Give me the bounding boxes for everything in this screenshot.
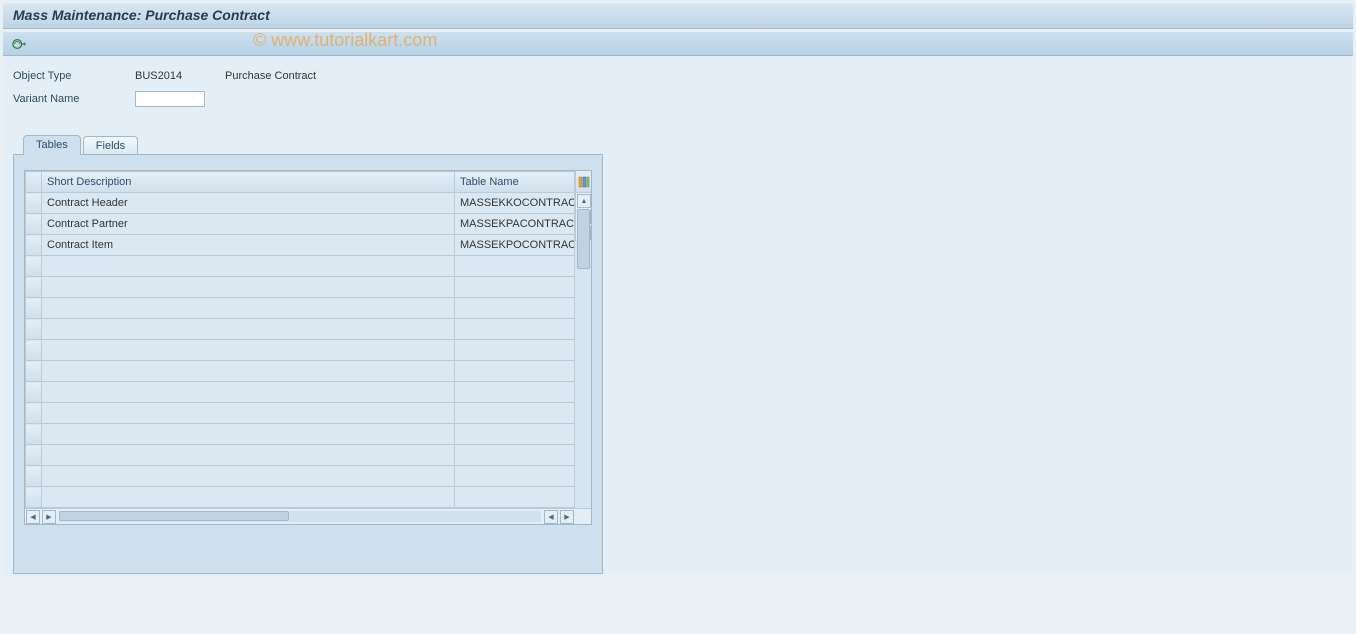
row-selector[interactable] [26, 487, 42, 508]
table-row[interactable]: Contract Header MASSEKKOCONTRACT [26, 193, 575, 214]
scroll-left-icon[interactable]: ◀ [544, 510, 558, 524]
row-selector[interactable] [26, 424, 42, 445]
object-type-label: Object Type [13, 70, 135, 82]
cell-table[interactable] [455, 466, 575, 487]
variant-name-input[interactable] [135, 91, 205, 107]
row-selector[interactable] [26, 256, 42, 277]
table-row[interactable] [26, 424, 575, 445]
variant-name-label: Variant Name [13, 93, 135, 105]
scroll-up-icon[interactable]: ▲ [577, 194, 591, 208]
cell-desc[interactable] [42, 319, 455, 340]
row-selector[interactable] [26, 277, 42, 298]
hscroll-thumb[interactable] [59, 511, 289, 521]
tables-grid: Short Description Table Name Contract He… [25, 171, 575, 508]
cell-table[interactable] [455, 277, 575, 298]
cell-desc[interactable] [42, 403, 455, 424]
toolbar: © www.tutorialkart.com [3, 32, 1353, 56]
cell-table[interactable] [455, 256, 575, 277]
cell-table[interactable] [455, 445, 575, 466]
cell-desc[interactable] [42, 340, 455, 361]
scroll-left-fixed-icon[interactable]: ◀ [26, 510, 40, 524]
table-row[interactable]: Contract Partner MASSEKPACONTRACT [26, 214, 575, 235]
table-row[interactable] [26, 403, 575, 424]
grid-container: Short Description Table Name Contract He… [24, 170, 592, 525]
cell-desc[interactable] [42, 466, 455, 487]
cell-table[interactable] [455, 340, 575, 361]
table-row[interactable] [26, 487, 575, 508]
table-row[interactable] [26, 298, 575, 319]
table-row[interactable] [26, 319, 575, 340]
grid-body: Contract Header MASSEKKOCONTRACT Contrac… [26, 193, 575, 508]
execute-icon[interactable] [11, 36, 27, 52]
cell-table[interactable] [455, 403, 575, 424]
cell-table[interactable] [455, 487, 575, 508]
cell-table[interactable] [455, 382, 575, 403]
tab-strip: Tables Fields [13, 134, 1343, 154]
col-table-name[interactable]: Table Name [460, 176, 519, 188]
table-row[interactable] [26, 340, 575, 361]
row-selector[interactable] [26, 298, 42, 319]
tab-tables-label: Tables [36, 139, 68, 151]
scroll-right-icon[interactable]: ▶ [560, 510, 574, 524]
cell-desc[interactable] [42, 445, 455, 466]
scroll-right-fixed-icon[interactable]: ▶ [42, 510, 56, 524]
row-selector[interactable] [26, 466, 42, 487]
vertical-scrollbar[interactable]: ▲ ▲ ▼ [575, 193, 591, 241]
row-selector[interactable] [26, 235, 42, 256]
cell-table[interactable] [455, 424, 575, 445]
table-row[interactable] [26, 361, 575, 382]
row-selector[interactable] [26, 445, 42, 466]
window-title: Mass Maintenance: Purchase Contract [3, 3, 1353, 29]
cell-table[interactable]: MASSEKKOCONTRACT [455, 193, 575, 214]
cell-table[interactable] [455, 298, 575, 319]
tab-panel-tables: Short Description Table Name Contract He… [13, 154, 603, 574]
cell-desc[interactable] [42, 361, 455, 382]
table-row[interactable] [26, 445, 575, 466]
cell-desc[interactable]: Contract Partner [42, 214, 455, 235]
tab-fields[interactable]: Fields [83, 136, 138, 154]
cell-desc[interactable] [42, 298, 455, 319]
vscroll-thumb[interactable] [577, 209, 590, 269]
tab-container: Tables Fields [13, 134, 1343, 574]
row-selector[interactable] [26, 214, 42, 235]
row-selector[interactable] [26, 403, 42, 424]
table-row[interactable]: Contract Item MASSEKPOCONTRACT [26, 235, 575, 256]
object-type-value: BUS2014 [135, 70, 225, 82]
table-row[interactable] [26, 382, 575, 403]
cell-table[interactable] [455, 361, 575, 382]
cell-desc[interactable] [42, 487, 455, 508]
hscroll-track[interactable] [59, 511, 541, 522]
table-row[interactable] [26, 277, 575, 298]
cell-desc[interactable]: Contract Item [42, 235, 455, 256]
object-type-desc: Purchase Contract [225, 70, 316, 82]
horizontal-scrollbar[interactable]: ◀ ▶ ◀ ▶ [25, 508, 591, 524]
cell-table[interactable]: MASSEKPOCONTRACT [455, 235, 575, 256]
tab-tables[interactable]: Tables [23, 135, 81, 155]
cell-desc[interactable]: Contract Header [42, 193, 455, 214]
cell-desc[interactable] [42, 277, 455, 298]
cell-desc[interactable] [42, 256, 455, 277]
tab-fields-label: Fields [96, 140, 125, 152]
row-selector[interactable] [26, 382, 42, 403]
row-selector[interactable] [26, 319, 42, 340]
cell-table[interactable] [455, 319, 575, 340]
cell-desc[interactable] [42, 424, 455, 445]
cell-desc[interactable] [42, 382, 455, 403]
col-short-description[interactable]: Short Description [42, 172, 455, 193]
watermark-text: © www.tutorialkart.com [253, 30, 437, 51]
table-row[interactable] [26, 256, 575, 277]
row-selector[interactable] [26, 193, 42, 214]
form-area: Object Type BUS2014 Purchase Contract Va… [3, 56, 1353, 574]
select-all-header[interactable] [26, 172, 42, 193]
page-title: Mass Maintenance: Purchase Contract [13, 7, 270, 23]
row-selector[interactable] [26, 340, 42, 361]
cell-table[interactable]: MASSEKPACONTRACT [455, 214, 575, 235]
column-settings-icon[interactable] [575, 171, 591, 193]
row-selector[interactable] [26, 361, 42, 382]
table-row[interactable] [26, 466, 575, 487]
